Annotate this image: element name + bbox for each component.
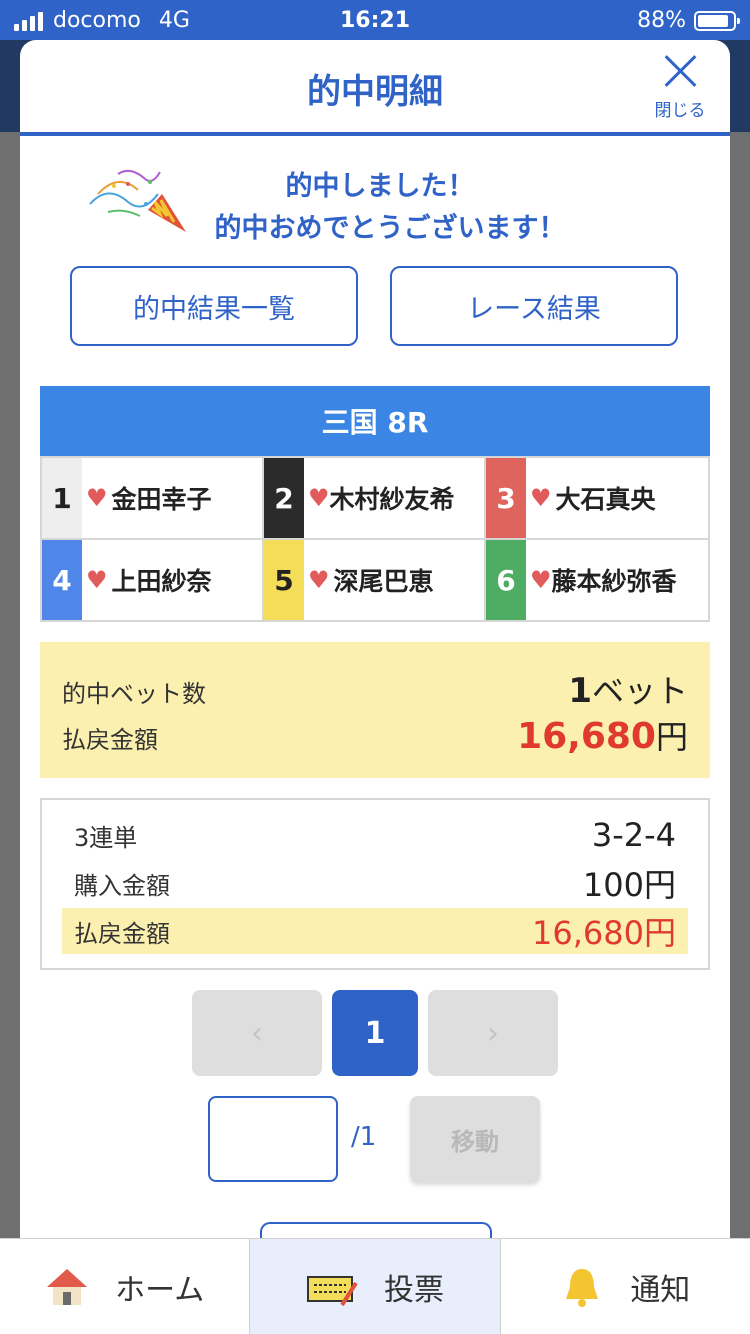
purchase-value: 100円 bbox=[582, 866, 676, 904]
racer-name: 大石真央 bbox=[555, 485, 656, 514]
tab-home[interactable]: ホーム bbox=[0, 1239, 249, 1334]
bet-count-row: 的中ベット数 1ベット bbox=[62, 666, 688, 712]
congrats-message: 的中しました！ 的中おめでとうございます！ bbox=[20, 136, 730, 256]
bet-detail: 3連単 3-2-4 購入金額 100円 払戻金額 16,680円 bbox=[40, 798, 710, 970]
bottom-tab-bar: ホーム 投票 通知 bbox=[0, 1238, 750, 1334]
tab-vote-label: 投票 bbox=[383, 1272, 444, 1308]
racer-cell: 2 ♥ 木村紗友希 bbox=[264, 456, 486, 538]
page-total: /1 bbox=[351, 1122, 377, 1152]
racer-cell: 5 ♥ 深尾巴恵 bbox=[264, 538, 486, 620]
race-results-button[interactable]: レース結果 bbox=[390, 266, 678, 346]
result-buttons: 的中結果一覧 レース結果 bbox=[70, 266, 680, 346]
payout-value: 16,680円 bbox=[517, 716, 688, 757]
congrats-line-1: 的中しました！ bbox=[285, 171, 475, 202]
heart-icon: ♥ bbox=[86, 566, 108, 594]
modal-title: 的中明細 bbox=[307, 72, 443, 112]
tab-home-label: ホーム bbox=[115, 1272, 205, 1308]
race-header: 三国 8R bbox=[40, 386, 710, 456]
close-button[interactable]: 閉じる bbox=[648, 54, 712, 121]
racer-name: 藤本紗弥香 bbox=[551, 567, 677, 596]
status-bar: docomo 4G 16:21 88% bbox=[0, 0, 750, 40]
racer-grid: 1 ♥ 金田幸子 2 ♥ 木村紗友希 3 ♥ 大石真央 4 ♥ 上田紗奈 5 ♥… bbox=[40, 456, 710, 622]
racer-name: 金田幸子 bbox=[111, 485, 212, 514]
hit-results-button[interactable]: 的中結果一覧 bbox=[70, 266, 358, 346]
racer-number: 5 bbox=[264, 540, 304, 620]
bet-type-label: 3連単 bbox=[74, 823, 138, 852]
prev-page-button[interactable]: ‹ bbox=[192, 990, 322, 1076]
payout-row: 払戻金額 16,680円 bbox=[62, 712, 688, 758]
bet-count-label: 的中ベット数 bbox=[62, 680, 206, 708]
next-page-button[interactable]: › bbox=[428, 990, 558, 1076]
racer-number: 4 bbox=[42, 540, 82, 620]
heart-icon: ♥ bbox=[86, 484, 108, 512]
heart-icon: ♥ bbox=[308, 484, 330, 512]
racer-number: 2 bbox=[264, 458, 304, 538]
tab-notify-label: 通知 bbox=[630, 1272, 691, 1308]
bell-icon bbox=[566, 1268, 599, 1307]
racer-cell: 3 ♥ 大石真央 bbox=[486, 456, 708, 538]
ticket-icon bbox=[306, 1275, 358, 1306]
racer-name: 深尾巴恵 bbox=[333, 567, 434, 596]
racer-cell: 6 ♥ 藤本紗弥香 bbox=[486, 538, 708, 620]
close-icon bbox=[663, 54, 697, 88]
racer-cell: 4 ♥ 上田紗奈 bbox=[42, 538, 264, 620]
modal-header: 的中明細 閉じる bbox=[20, 40, 730, 136]
tab-notify[interactable]: 通知 bbox=[501, 1239, 750, 1334]
tab-vote[interactable]: 投票 bbox=[249, 1239, 501, 1334]
payout-label: 払戻金額 bbox=[62, 726, 158, 754]
bet-type-value: 3-2-4 bbox=[591, 816, 676, 854]
battery-status: 88% bbox=[637, 8, 740, 33]
detail-payout-row: 払戻金額 16,680円 bbox=[62, 908, 688, 954]
detail-payout-value: 16,680円 bbox=[532, 914, 676, 952]
racer-cell: 1 ♥ 金田幸子 bbox=[42, 456, 264, 538]
close-label: 閉じる bbox=[654, 101, 706, 121]
racer-number: 1 bbox=[42, 458, 82, 538]
detail-payout-label: 払戻金額 bbox=[74, 919, 170, 948]
battery-percent: 88% bbox=[637, 8, 686, 33]
hit-detail-modal: 的中明細 閉じる 的中しました！ 的中おめでとうございます！ 的中結果一覧 レー… bbox=[20, 40, 730, 1240]
page-number-input[interactable] bbox=[208, 1096, 338, 1182]
heart-icon: ♥ bbox=[530, 484, 552, 512]
bet-count-value: 1ベット bbox=[568, 671, 688, 711]
racer-name: 上田紗奈 bbox=[111, 567, 212, 596]
purchase-label: 購入金額 bbox=[74, 871, 170, 900]
racer-number: 6 bbox=[486, 540, 526, 620]
current-page-button[interactable]: 1 bbox=[332, 990, 418, 1076]
bet-type-row: 3連単 3-2-4 bbox=[62, 812, 688, 858]
heart-icon: ♥ bbox=[530, 566, 552, 594]
move-button[interactable]: 移動 bbox=[410, 1096, 540, 1182]
racer-number: 3 bbox=[486, 458, 526, 538]
hit-summary: 的中ベット数 1ベット 払戻金額 16,680円 bbox=[40, 642, 710, 778]
heart-icon: ♥ bbox=[308, 566, 330, 594]
battery-icon bbox=[694, 10, 740, 31]
racer-name: 木村紗友希 bbox=[329, 485, 455, 514]
home-icon bbox=[47, 1268, 88, 1305]
purchase-row: 購入金額 100円 bbox=[62, 860, 688, 906]
congrats-line-2: 的中おめでとうございます！ bbox=[214, 213, 566, 244]
